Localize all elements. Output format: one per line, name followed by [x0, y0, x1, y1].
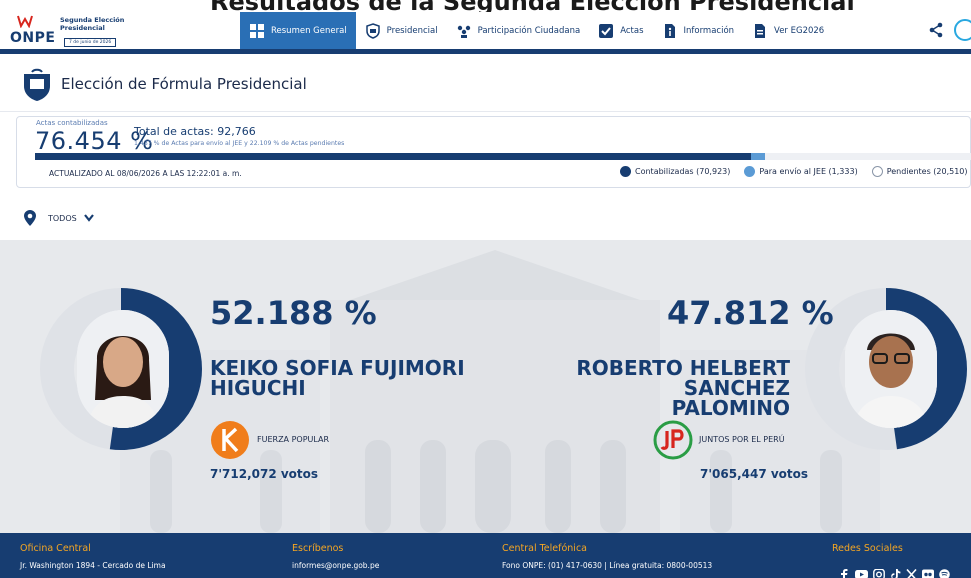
results-stage: 52.188 % KEIKO SOFIA FUJIMORI HIGUCHI FU…: [0, 240, 971, 533]
onpe-emblem-icon: [17, 15, 33, 28]
tiktok-icon[interactable]: [890, 569, 901, 578]
candidate-2-votes: 7'065,447 votos: [700, 467, 809, 481]
facebook-icon[interactable]: [838, 569, 850, 578]
nav-actas[interactable]: Actas: [589, 12, 652, 49]
footer-office: Oficina Central Jr. Washington 1894 - Ce…: [20, 543, 166, 570]
footer-email: Escríbenos informes@onpe.gob.pe: [292, 543, 379, 570]
candidate-2-party: JUNTOS POR EL PERÚ: [699, 435, 785, 444]
legend-label: Pendientes (20,510): [886, 167, 968, 176]
main-nav: Resumen General Presidencial Participaci…: [240, 12, 833, 49]
candidate-1-name-line2: HIGUCHI: [210, 376, 306, 400]
nav-label: Presidencial: [386, 25, 438, 36]
footer-phone: Central Telefónica Fono ONPE: (01) 417-0…: [502, 543, 712, 570]
candidate-2-portrait: [845, 310, 937, 428]
actas-label: Actas contabilizadas: [36, 119, 108, 127]
grid-icon: [250, 23, 264, 38]
people-icon: [457, 25, 470, 38]
candidate-1-votes: 7'712,072 votos: [210, 467, 319, 481]
candidate-1-photo: [77, 310, 169, 428]
progress-legend: Contabilizadas (70,923) Para envío al JE…: [620, 166, 971, 177]
footer-email-link[interactable]: informes@onpe.gob.pe: [292, 561, 379, 570]
onpe-wordmark: ONPE: [10, 30, 56, 46]
filter-label: TODOS: [48, 213, 77, 223]
nav-label: Resumen General: [271, 25, 347, 36]
cut-heading: Resultados de la Segunda Elección Presid…: [210, 0, 855, 12]
accessibility-icon[interactable]: [954, 19, 971, 41]
footer-social: Redes Sociales: [832, 543, 903, 554]
legend-pendientes: Pendientes (20,510): [871, 166, 968, 177]
x-twitter-icon[interactable]: [906, 569, 917, 578]
nav-label: Participación Ciudadana: [477, 25, 581, 36]
page-title: Elección de Fórmula Presidencial: [61, 75, 307, 93]
candidate-2-name: ROBERTO HELBERT SANCHEZ PALOMINO: [520, 358, 790, 418]
juntos-por-el-peru-logo-icon: [653, 420, 693, 460]
spotify-icon[interactable]: [939, 569, 950, 578]
legend-jee: Para envío al JEE (1,333): [744, 166, 858, 177]
candidate-2-name-line2: PALOMINO: [671, 396, 790, 420]
instagram-icon[interactable]: [873, 569, 885, 578]
actas-detail: 1.437 % de Actas para envío al JEE y 22.…: [134, 140, 345, 147]
fuerza-popular-logo-icon: [211, 421, 249, 459]
legend-dot: [744, 166, 756, 177]
progress-bar: [35, 153, 971, 160]
legend-contabilizadas: Contabilizadas (70,923): [620, 166, 730, 177]
nav-resumen-general[interactable]: Resumen General: [240, 12, 356, 49]
updated-timestamp: ACTUALIZADO AL 08/06/2026 A LAS 12:22:01…: [49, 169, 242, 178]
nav-label: Información: [683, 25, 735, 36]
chevron-down-icon: [83, 214, 94, 222]
header: ONPE Segunda Elección Presidencial 7 de …: [0, 12, 971, 54]
top-band: Resultados de la Segunda Elección Presid…: [0, 0, 971, 12]
candidate-2-photo: [845, 310, 937, 428]
nav-label: Ver EG2026: [774, 25, 825, 36]
legend-dot: [871, 166, 883, 177]
logo-subtitle: Segunda Elección Presidencial: [60, 16, 130, 32]
footer-office-title: Oficina Central: [20, 543, 91, 554]
candidate-1-name: KEIKO SOFIA FUJIMORI HIGUCHI: [210, 358, 465, 398]
actas-total: Total de actas: 92,766: [134, 125, 256, 138]
legend-dot: [620, 166, 631, 177]
candidate-2-percent: 47.812 %: [667, 294, 834, 332]
nav-participacion[interactable]: Participación Ciudadana: [447, 12, 590, 49]
progress-panel: Actas contabilizadas 76.454 % Total de a…: [16, 116, 971, 188]
candidate-1-party: FUERZA POPULAR: [257, 435, 330, 444]
progress-segment-contabilizadas: [35, 153, 752, 160]
info-doc-icon: [664, 23, 675, 38]
legend-label: Contabilizadas (70,923): [635, 167, 731, 176]
shield-icon: [365, 22, 380, 39]
footer-email-title: Escríbenos: [292, 543, 344, 554]
legend-label: Para envío al JEE (1,333): [759, 167, 858, 176]
share-icon[interactable]: [928, 22, 944, 38]
candidate-1-name-line1: KEIKO SOFIA FUJIMORI: [210, 356, 465, 380]
document-icon: [755, 23, 766, 38]
nav-label: Actas: [620, 25, 644, 36]
footer-office-value: Jr. Washington 1894 - Cercado de Lima: [20, 561, 166, 570]
onpe-logo[interactable]: ONPE Segunda Elección Presidencial 7 de …: [10, 14, 124, 50]
footer-phone-title: Central Telefónica: [502, 543, 587, 554]
region-filter[interactable]: TODOS: [24, 210, 94, 226]
nav-ver-eg2026[interactable]: Ver EG2026: [743, 12, 833, 49]
location-pin-icon: [24, 210, 36, 226]
check-icon: [599, 23, 614, 38]
logo-date: 7 de junio de 2026: [64, 38, 117, 47]
footer: Oficina Central Jr. Washington 1894 - Ce…: [0, 533, 971, 578]
candidate-1-portrait: [77, 310, 169, 428]
footer-social-title: Redes Sociales: [832, 543, 903, 554]
candidate-1-percent: 52.188 %: [210, 294, 377, 332]
footer-phone-value: Fono ONPE: (01) 417-0630 | Línea gratuit…: [502, 561, 713, 570]
logo-line2: Presidencial: [60, 24, 105, 32]
candidate-2-name-line1: ROBERTO HELBERT SANCHEZ: [576, 356, 790, 400]
youtube-icon[interactable]: [855, 569, 868, 578]
progress-segment-jee: [751, 153, 765, 160]
coat-of-arms-icon: [24, 68, 50, 101]
title-row: Elección de Fórmula Presidencial: [0, 59, 971, 112]
nav-presidencial[interactable]: Presidencial: [356, 12, 447, 49]
logo-line1: Segunda Elección: [60, 16, 125, 24]
flickr-icon[interactable]: [922, 569, 934, 578]
social-icons: [838, 569, 950, 578]
nav-informacion[interactable]: Información: [653, 12, 744, 49]
